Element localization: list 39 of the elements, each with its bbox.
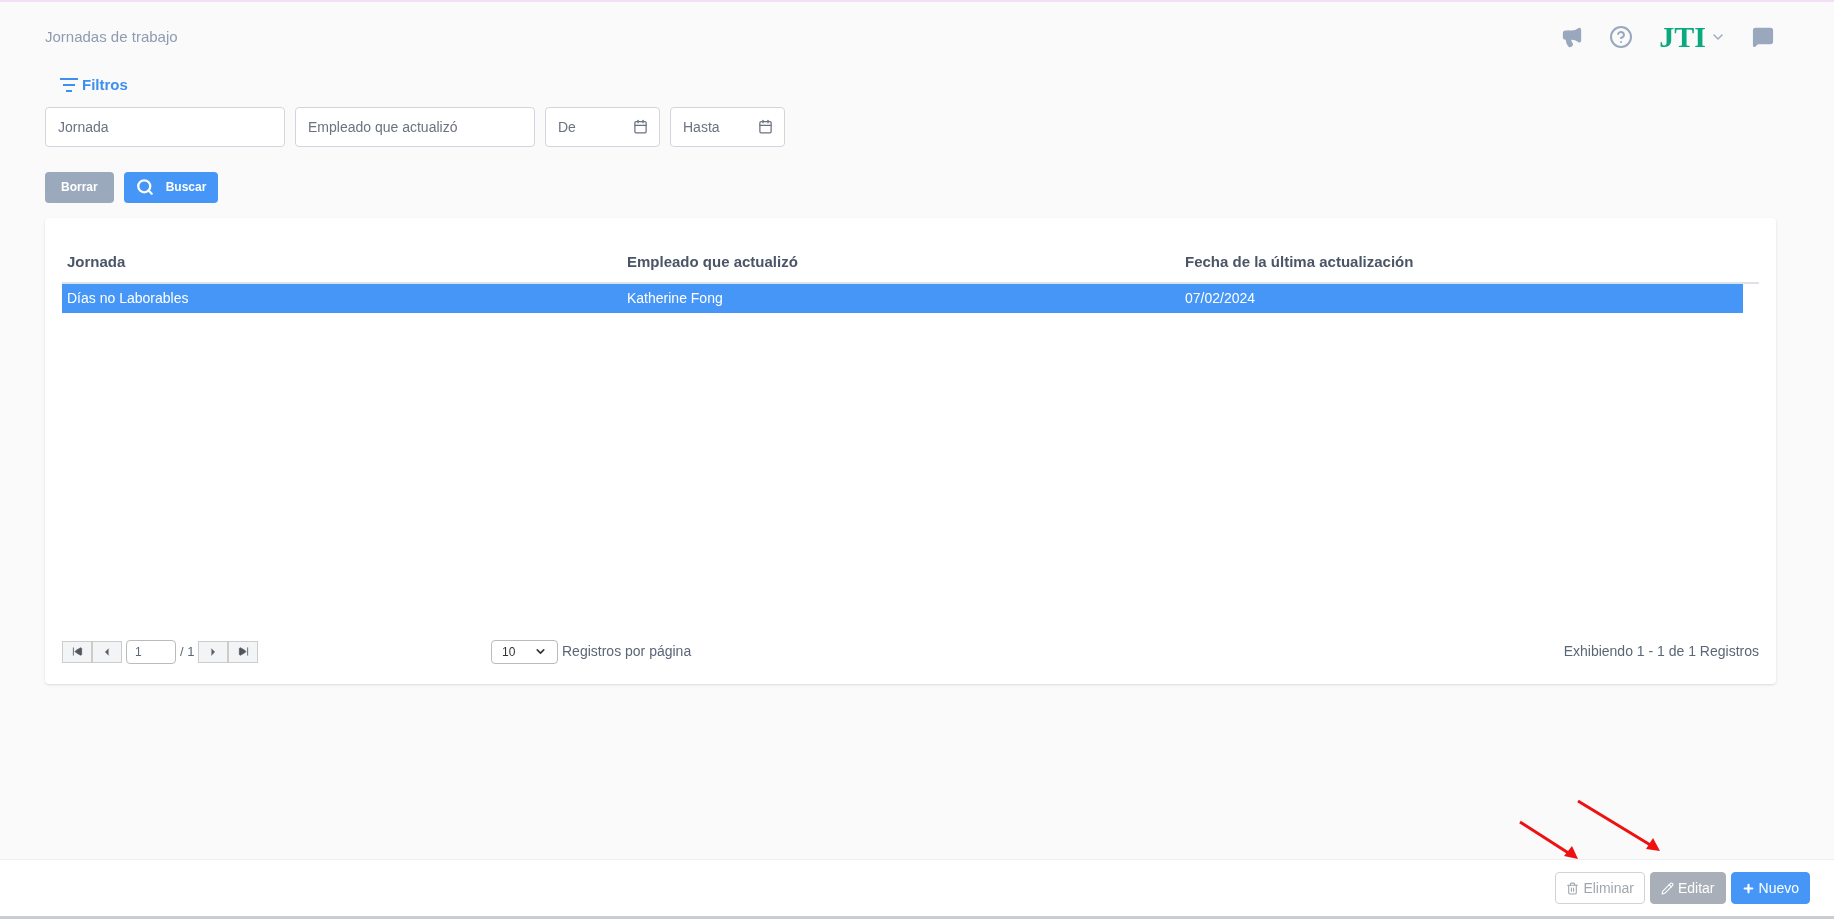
last-page-icon [237, 646, 249, 657]
last-page-button[interactable] [228, 640, 259, 663]
new-button[interactable]: Nuevo [1730, 872, 1810, 904]
page-title: Jornadas de trabajo [45, 26, 178, 47]
plus-icon [1741, 881, 1755, 895]
help-icon[interactable] [1609, 25, 1634, 49]
page-total: / 1 [180, 642, 195, 661]
input-field[interactable]: Jornada [45, 106, 285, 147]
table-row[interactable]: Días no Laborables Katherine Fong 07/02/2024 [62, 283, 1743, 313]
date-field[interactable]: Hasta [670, 106, 785, 147]
column-header: Empleado que actualizó [627, 252, 798, 270]
page-size-select[interactable]: 10 [491, 639, 558, 664]
page-size-label: Registros por página [562, 642, 692, 661]
input-field[interactable]: Empleado que actualizó [295, 106, 535, 147]
filter-icon [60, 78, 78, 93]
search-button[interactable]: Buscar [123, 171, 219, 203]
first-page-button[interactable] [62, 640, 92, 663]
megaphone-icon[interactable] [1561, 26, 1584, 48]
first-page-icon [71, 646, 83, 657]
page-input[interactable]: 1 [126, 639, 176, 664]
company-logo[interactable]: JTI [1659, 22, 1706, 52]
records-summary: Exhibiendo 1 - 1 de 1 Registros [1563, 642, 1759, 661]
clear-button[interactable]: Borrar [45, 171, 114, 203]
date-field[interactable]: De [545, 106, 660, 147]
pencil-icon [1660, 881, 1674, 895]
column-header: Fecha de la última actualización [1185, 252, 1414, 270]
filters-label[interactable]: Filtros [82, 74, 128, 97]
table-cell: Días no Laborables [67, 290, 189, 306]
delete-button[interactable]: Eliminar [1555, 872, 1645, 904]
trash-icon [1566, 881, 1580, 895]
search-icon [135, 178, 154, 196]
calendar-icon[interactable] [758, 118, 773, 134]
edit-button[interactable]: Editar [1649, 872, 1726, 904]
table-cell: 07/02/2024 [1185, 290, 1256, 306]
annotation-arrow [1518, 820, 1580, 860]
calendar-icon[interactable] [633, 118, 648, 134]
chat-icon[interactable] [1752, 26, 1774, 48]
column-header: Jornada [67, 252, 126, 270]
table-cell: Katherine Fong [627, 290, 723, 306]
